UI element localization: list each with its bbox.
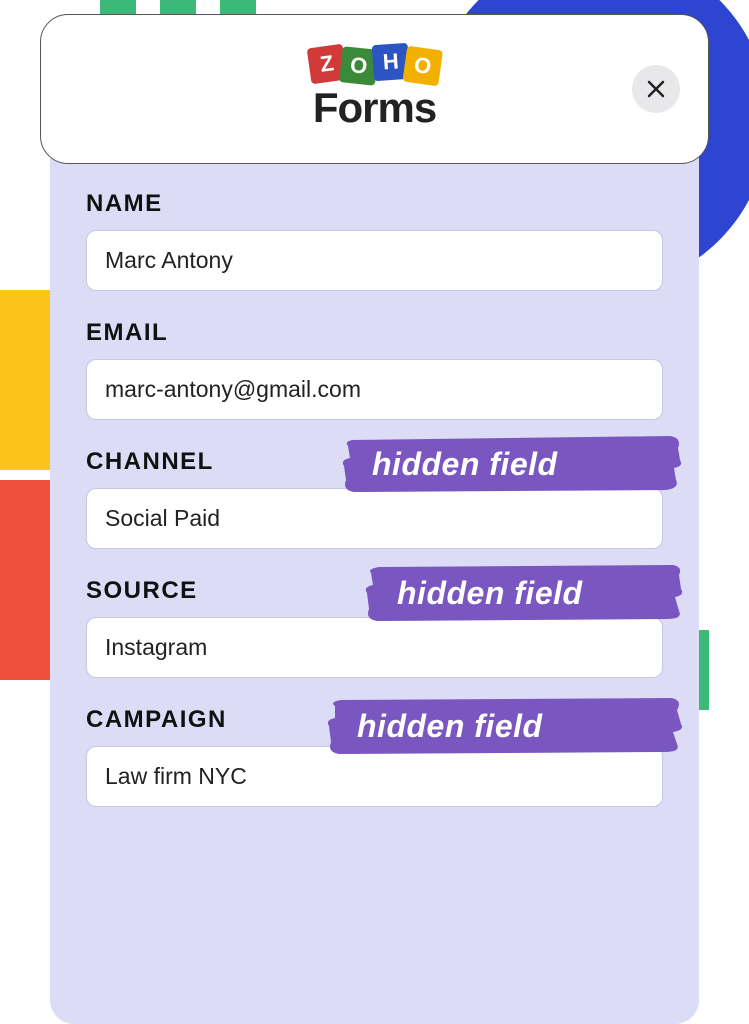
zoho-forms-logo: Z O H O Forms [311,46,439,132]
close-icon [644,77,668,101]
field-name: NAME [86,190,663,291]
field-email: EMAIL [86,319,663,420]
hidden-field-text: hidden field [325,708,575,745]
close-button[interactable] [632,65,680,113]
field-label-email: EMAIL [86,319,663,347]
form-body: NAME EMAIL CHANNEL hidden field SOURCE h… [50,140,699,1024]
hidden-field-text: hidden field [365,575,615,612]
source-input[interactable] [86,617,663,678]
modal-header: Z O H O Forms [40,14,709,164]
logo-letters: Z O H O [311,46,439,82]
hidden-field-annotation: hidden field [340,432,685,496]
name-input[interactable] [86,230,663,291]
field-label-name: NAME [86,190,663,218]
field-channel: CHANNEL hidden field [86,448,663,549]
hidden-field-annotation: hidden field [365,561,685,625]
field-source: SOURCE hidden field [86,577,663,678]
email-input[interactable] [86,359,663,420]
hidden-field-annotation: hidden field [325,694,685,758]
logo-letter-o: O [402,46,443,87]
field-campaign: CAMPAIGN hidden field [86,706,663,807]
hidden-field-text: hidden field [340,446,590,483]
channel-input[interactable] [86,488,663,549]
logo-word: Forms [313,84,436,132]
